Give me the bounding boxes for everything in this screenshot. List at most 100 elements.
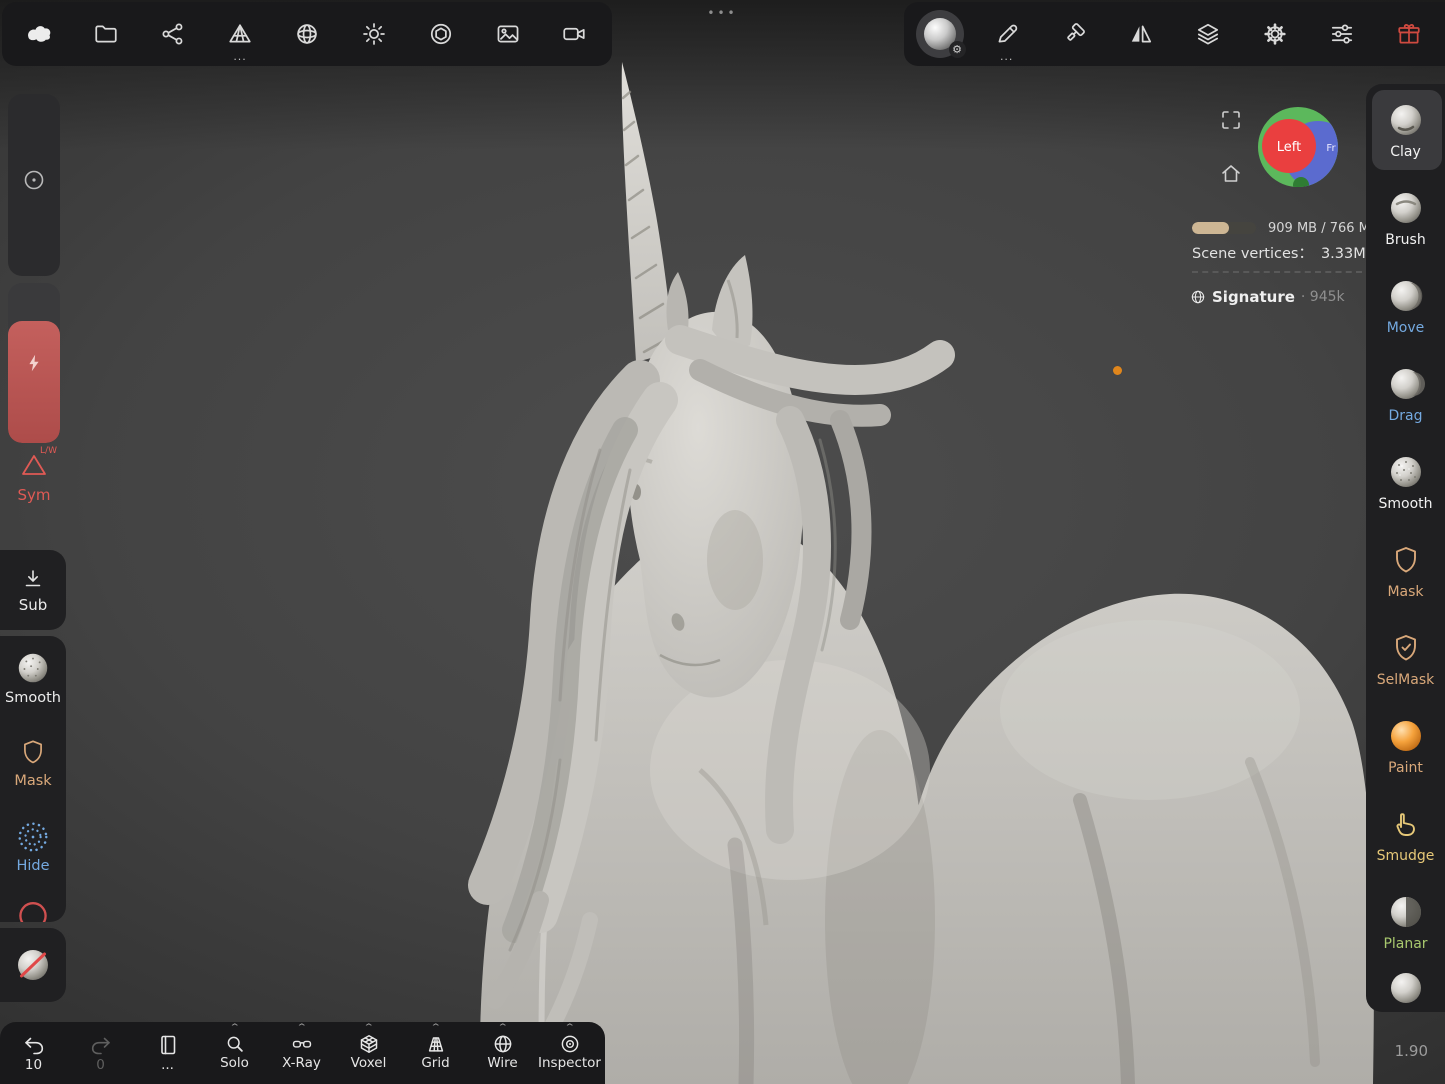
lighting-button[interactable] xyxy=(345,5,403,63)
smooth-sphere-icon xyxy=(1386,453,1426,493)
tool-move[interactable]: Move xyxy=(1366,262,1445,350)
tool-drag[interactable]: Drag xyxy=(1366,350,1445,438)
zoom-level: 1.90 xyxy=(1395,1042,1428,1060)
smudge-hand-icon xyxy=(1386,805,1426,845)
mask-shield-icon xyxy=(1386,541,1426,581)
undo-button[interactable]: 10 xyxy=(0,1022,67,1084)
menu-drag-handle[interactable]: ••• xyxy=(707,6,737,20)
brush-sphere-icon xyxy=(1386,189,1426,229)
gizmo-left-label: Left xyxy=(1277,140,1301,155)
roller-stamp-icon xyxy=(1061,21,1087,47)
tool-clay[interactable]: Clay xyxy=(1366,86,1445,174)
video-camera-icon xyxy=(561,21,587,47)
aperture-icon xyxy=(428,21,454,47)
grid-toggle[interactable]: ⌃ Grid xyxy=(402,1022,469,1084)
caret-up-icon: ⌃ xyxy=(563,1026,575,1033)
quick-tool-mask[interactable]: Mask xyxy=(0,720,66,804)
topology-button[interactable]: ... xyxy=(211,5,269,63)
wireframe-sphere-icon xyxy=(492,1033,514,1055)
caret-up-icon: ⌃ xyxy=(295,1026,307,1033)
quick-tool-partial[interactable] xyxy=(0,888,66,922)
pencil-tool-button[interactable]: ... xyxy=(978,5,1036,63)
toolbar-top-right: ⚙ ... xyxy=(904,2,1445,66)
symmetry-toggle[interactable]: L/W Sym xyxy=(8,452,60,504)
tool-planar[interactable]: Planar xyxy=(1366,878,1445,966)
pencil-more-dots: ... xyxy=(1000,51,1014,62)
undo-count: 10 xyxy=(25,1057,42,1073)
layers-icon xyxy=(1195,21,1221,47)
scene-graph-icon xyxy=(160,21,186,47)
topology-more-dots: ... xyxy=(233,51,247,62)
solo-magnifier-icon xyxy=(224,1033,246,1055)
quick-tool-hide[interactable]: Hide xyxy=(0,804,66,888)
overlay-divider xyxy=(1192,271,1362,273)
scene-graph-button[interactable] xyxy=(144,5,202,63)
xray-toggle[interactable]: ⌃ X-Ray xyxy=(268,1022,335,1084)
tool-selmask[interactable]: SelMask xyxy=(1366,614,1445,702)
inspector-label: Inspector xyxy=(538,1055,601,1071)
grid-label: Grid xyxy=(421,1055,449,1071)
render-button[interactable] xyxy=(412,5,470,63)
material-button[interactable]: ⚙ xyxy=(911,5,969,63)
tool-smooth[interactable]: Smooth xyxy=(1366,438,1445,526)
sub-button[interactable]: Sub xyxy=(0,550,66,630)
intensity-slider[interactable] xyxy=(8,283,60,443)
tool-next-partial[interactable] xyxy=(1366,966,1445,1012)
tool-selmask-label: SelMask xyxy=(1377,672,1434,688)
redo-count: 0 xyxy=(96,1057,105,1073)
fullscreen-button[interactable] xyxy=(1219,108,1243,136)
solo-toggle[interactable]: ⌃ Solo xyxy=(201,1022,268,1084)
app-menu-button[interactable] xyxy=(10,5,68,63)
xray-glasses-icon xyxy=(291,1033,313,1055)
drag-sphere-icon xyxy=(1386,365,1426,405)
sculpt-viewport[interactable]: Left Fr 909 MB / 766 MB Scene vertices：3… xyxy=(0,0,1445,1084)
material-sphere-icon: ⚙ xyxy=(924,18,956,50)
redo-button[interactable]: 0 xyxy=(67,1022,134,1084)
home-view-button[interactable] xyxy=(1219,162,1243,190)
wire-toggle[interactable]: ⌃ Wire xyxy=(469,1022,536,1084)
inspector-toggle[interactable]: ⌃ Inspector xyxy=(536,1022,603,1084)
background-image-button[interactable] xyxy=(479,5,537,63)
tool-paint-label: Paint xyxy=(1388,760,1423,776)
quick-tool-smooth[interactable]: Smooth xyxy=(0,636,66,720)
hide-dotted-sphere-icon xyxy=(14,818,52,856)
layers-button[interactable] xyxy=(1179,5,1237,63)
primitive-sphere-button[interactable] xyxy=(278,5,336,63)
stamp-tool-button[interactable] xyxy=(1045,5,1103,63)
files-button[interactable] xyxy=(77,5,135,63)
folder-icon xyxy=(93,21,119,47)
camera-button[interactable] xyxy=(545,5,603,63)
intensity-slider-fill xyxy=(8,321,60,443)
quick-tool-smooth-label: Smooth xyxy=(5,690,61,706)
tool-paint[interactable]: Paint xyxy=(1366,702,1445,790)
grid-icon xyxy=(425,1033,447,1055)
redo-icon xyxy=(89,1033,113,1057)
settings-button[interactable] xyxy=(1246,5,1304,63)
radius-slider[interactable] xyxy=(8,94,60,276)
tool-smudge-label: Smudge xyxy=(1377,848,1435,864)
nomad-sculpt-screen: Left Fr 909 MB / 766 MB Scene vertices：3… xyxy=(0,0,1445,1084)
tool-brush[interactable]: Brush xyxy=(1366,174,1445,262)
undo-icon xyxy=(22,1033,46,1057)
quick-tools-panel: Smooth Mask Hide xyxy=(0,636,66,922)
gear-icon xyxy=(1262,21,1288,47)
tool-mask[interactable]: Mask xyxy=(1366,526,1445,614)
paint-sphere-icon xyxy=(1386,717,1426,757)
quick-tool-mask-label: Mask xyxy=(14,773,51,789)
scene-vertices-value: 3.33M xyxy=(1321,246,1366,262)
tool-smudge[interactable]: Smudge xyxy=(1366,790,1445,878)
voxel-cube-icon xyxy=(358,1033,380,1055)
home-icon xyxy=(1219,162,1243,186)
partial-red-circle-icon xyxy=(15,896,51,922)
no-material-panel[interactable] xyxy=(0,928,66,1002)
whats-new-button[interactable] xyxy=(1380,5,1438,63)
uv-sphere-icon xyxy=(294,21,320,47)
panels-button[interactable]: ... xyxy=(134,1022,201,1084)
toolbar-top-left: ... xyxy=(2,2,612,66)
planar-sphere-icon xyxy=(1386,893,1426,933)
scene-vertices: Scene vertices：3.33M xyxy=(1192,242,1366,263)
orientation-gizmo[interactable]: Left Fr xyxy=(1254,103,1342,191)
adjustments-button[interactable] xyxy=(1313,5,1371,63)
symmetry-button[interactable] xyxy=(1112,5,1170,63)
voxel-toggle[interactable]: ⌃ Voxel xyxy=(335,1022,402,1084)
